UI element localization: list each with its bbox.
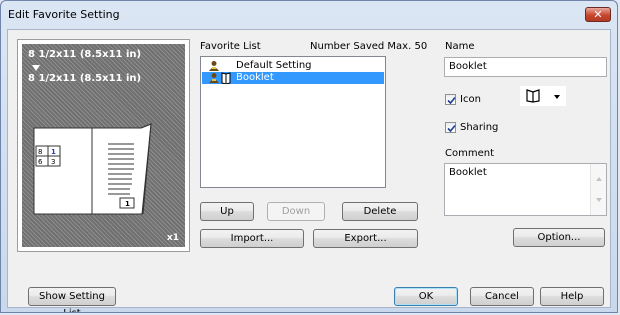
show-setting-list-button[interactable]: Show Setting List xyxy=(28,287,116,312)
name-input[interactable]: Booklet xyxy=(444,57,607,77)
title-bar[interactable]: Edit Favorite Setting ✕ xyxy=(1,1,617,29)
preview-panel: 8 1/2x11 (8.5x11 in) 8 1/2x11 (8.5x11 in… xyxy=(17,39,190,252)
dialog-body: 8 1/2x11 (8.5x11 in) 8 1/2x11 (8.5x11 in… xyxy=(7,29,611,312)
list-item-default-setting[interactable]: Default Setting xyxy=(202,60,384,72)
icon-label: Icon xyxy=(460,94,481,105)
checkmark-icon xyxy=(447,124,456,133)
checkmark-icon xyxy=(447,96,456,105)
icon-checkbox[interactable] xyxy=(445,94,456,105)
copies-label: x1 xyxy=(166,233,179,243)
preview-image: 8 1/2x11 (8.5x11 in) 8 1/2x11 (8.5x11 in… xyxy=(22,44,185,247)
user-icon xyxy=(209,73,219,83)
down-arrow-icon xyxy=(32,65,40,71)
list-item-label: Default Setting xyxy=(236,60,312,71)
page-number-6: 6 xyxy=(38,158,43,166)
list-item-booklet[interactable]: Booklet xyxy=(202,72,384,84)
comment-text: Booklet xyxy=(449,167,487,178)
up-button[interactable]: Up xyxy=(200,202,254,221)
comment-label: Comment xyxy=(445,148,494,159)
favorite-list-label: Favorite List xyxy=(200,41,261,52)
name-label: Name xyxy=(445,41,475,52)
sharing-checkbox[interactable] xyxy=(445,122,456,133)
original-size-label: 8 1/2x11 (8.5x11 in) xyxy=(28,49,142,60)
page-number-3: 3 xyxy=(51,158,55,166)
export-button[interactable]: Export... xyxy=(313,229,418,248)
icon-select[interactable] xyxy=(520,86,566,106)
edit-favorite-setting-dialog: Edit Favorite Setting ✕ 8 1/2x11 (8.5x11… xyxy=(0,0,618,313)
page-number-1: 1 xyxy=(51,148,56,156)
comment-textarea[interactable]: Booklet xyxy=(444,163,607,216)
chevron-down-icon xyxy=(554,95,560,99)
import-button[interactable]: Import... xyxy=(200,229,304,248)
option-button[interactable]: Option... xyxy=(513,228,605,247)
comment-scrollbar[interactable] xyxy=(590,164,606,215)
dialog-title: Edit Favorite Setting xyxy=(8,8,120,21)
help-button[interactable]: Help xyxy=(540,287,604,306)
scroll-up-icon[interactable] xyxy=(596,177,602,181)
booklet-icon xyxy=(221,72,231,84)
number-saved-label: Number Saved Max. 50 xyxy=(310,41,428,52)
page-number-8: 8 xyxy=(38,148,42,156)
favorite-list[interactable]: Default Setting Booklet xyxy=(200,56,386,188)
booklet-icon xyxy=(526,89,540,103)
close-button[interactable]: ✕ xyxy=(585,7,611,22)
sharing-label: Sharing xyxy=(460,122,499,133)
output-size-label: 8 1/2x11 (8.5x11 in) xyxy=(28,73,142,84)
delete-button[interactable]: Delete xyxy=(342,202,418,221)
list-item-label: Booklet xyxy=(236,72,274,83)
user-icon xyxy=(209,61,219,71)
page-number-front: 1 xyxy=(125,200,130,208)
cancel-button[interactable]: Cancel xyxy=(470,287,534,306)
scroll-down-icon[interactable] xyxy=(596,198,602,202)
ok-button[interactable]: OK xyxy=(394,287,458,306)
booklet-preview-icon: 8 1 6 3 1 xyxy=(33,123,152,215)
down-button[interactable]: Down xyxy=(267,202,325,221)
